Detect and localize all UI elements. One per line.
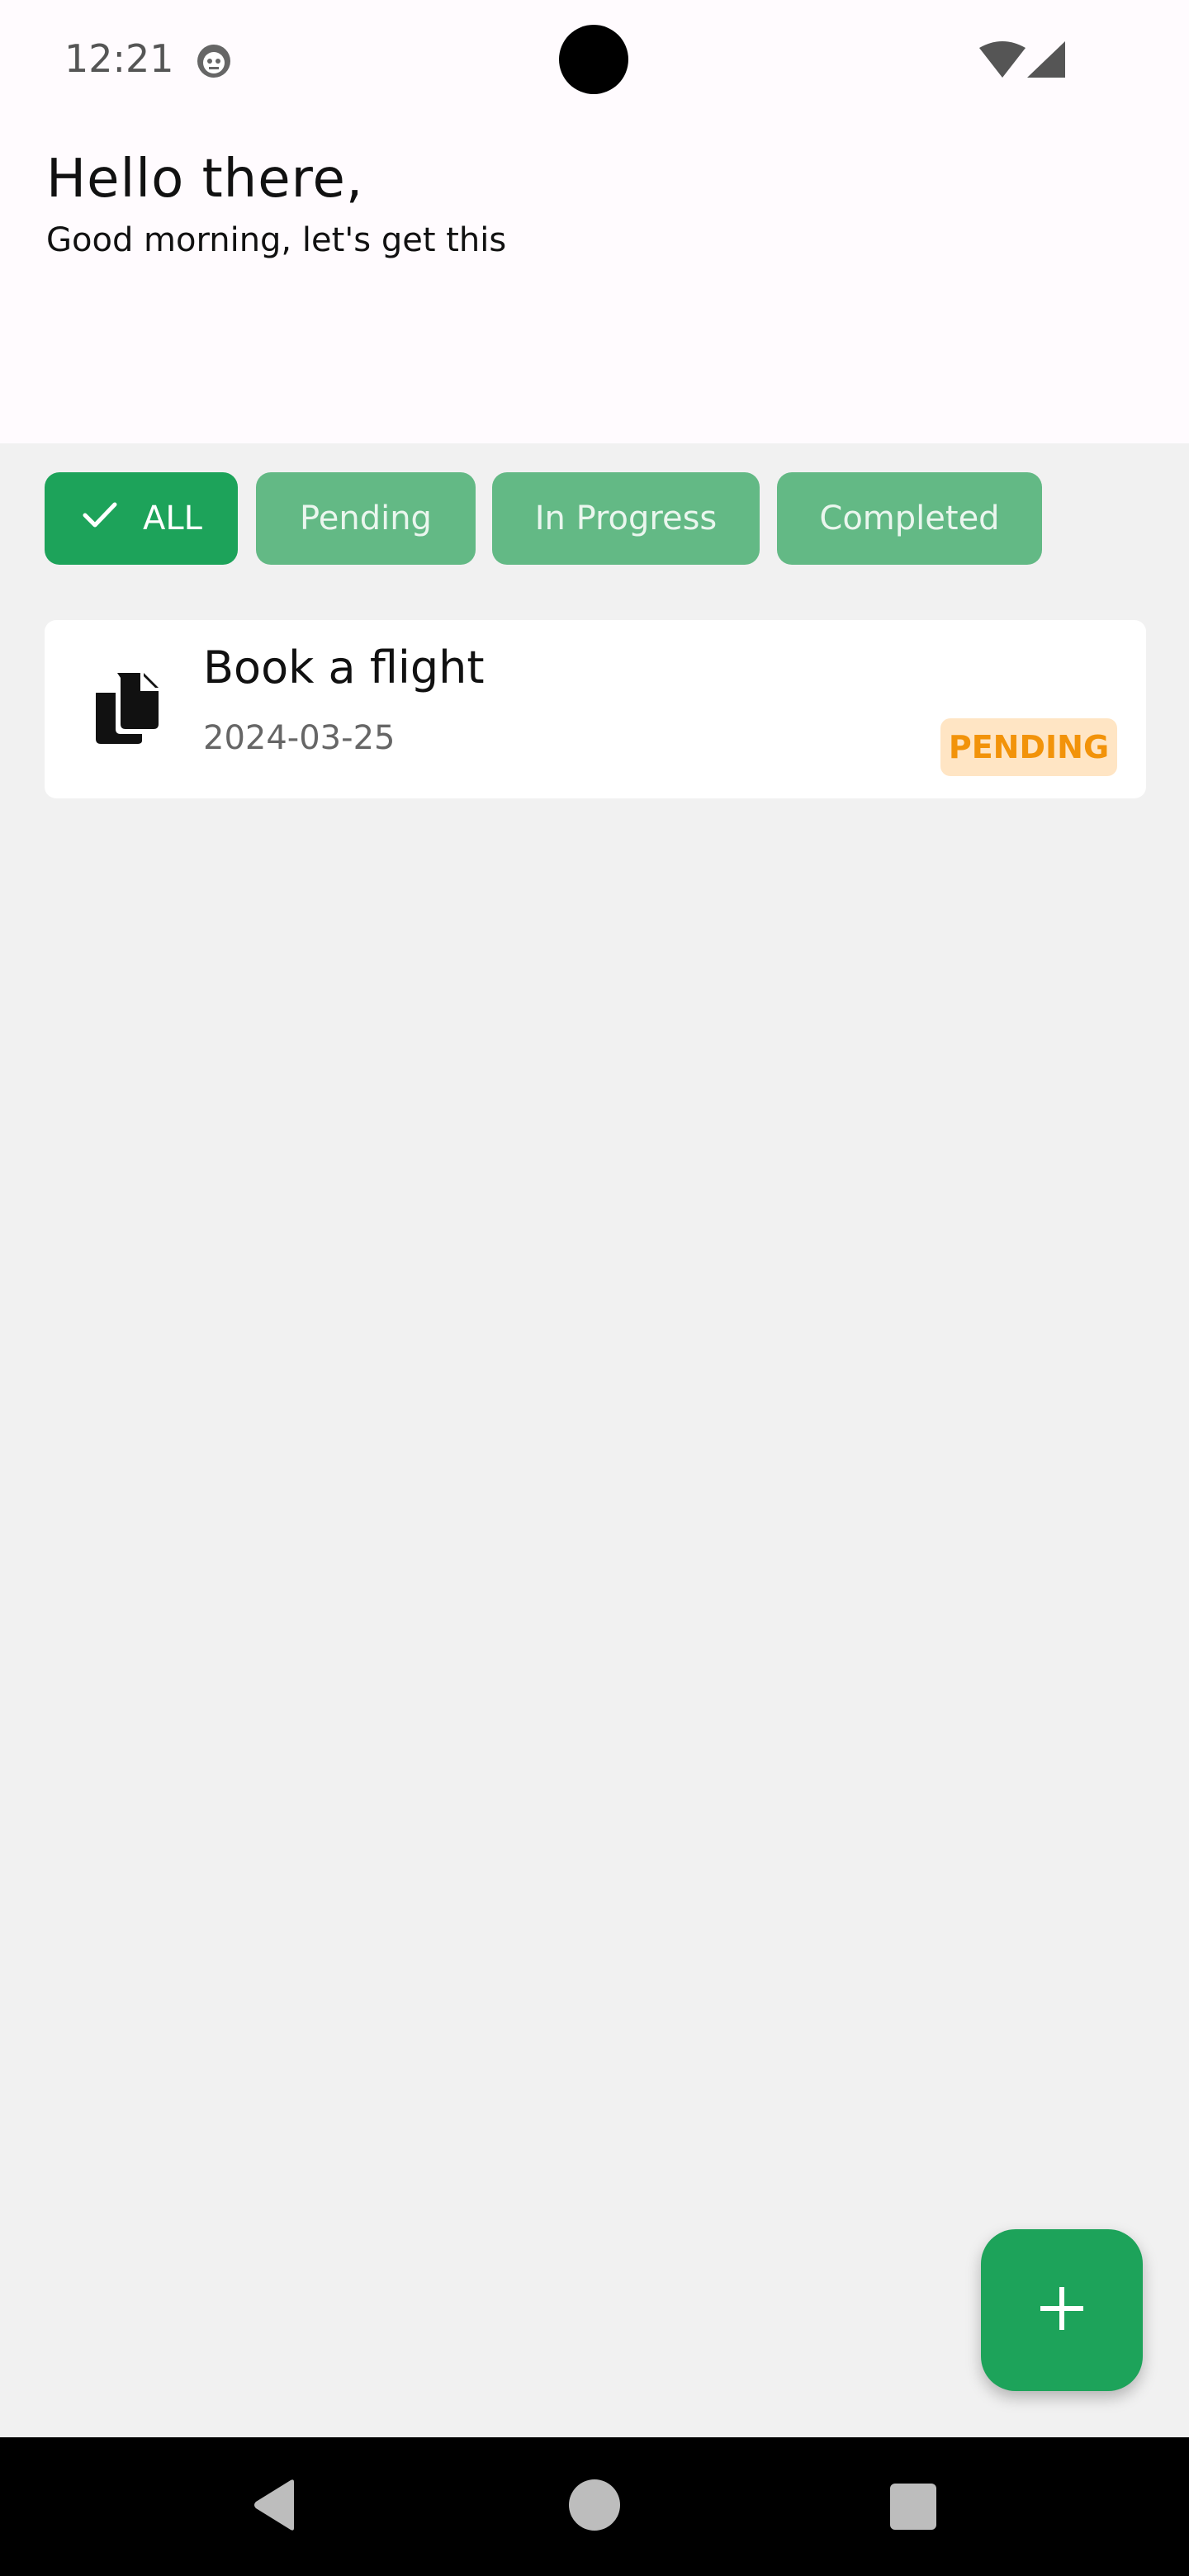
documents-icon: [92, 671, 162, 750]
recents-square-icon[interactable]: [890, 2484, 936, 2534]
filter-chip-pending[interactable]: Pending: [256, 472, 476, 565]
task-title: Book a flight: [203, 642, 485, 694]
status-time: 12:21: [64, 36, 174, 81]
filter-chip-in-progress[interactable]: In Progress: [492, 472, 760, 565]
home-circle-icon[interactable]: [568, 2479, 621, 2536]
filter-chip-all[interactable]: ALL: [45, 472, 238, 565]
plus-icon: [1037, 2284, 1087, 2337]
filter-chip-label: In Progress: [534, 500, 718, 537]
filter-chip-label: ALL: [143, 500, 202, 537]
camera-cutout: [559, 25, 628, 94]
system-nav-bar: [0, 2437, 1189, 2576]
task-date: 2024-03-25: [203, 719, 396, 757]
check-icon: [80, 495, 143, 542]
back-triangle-icon[interactable]: [251, 2479, 297, 2536]
task-card[interactable]: Book a flight 2024-03-25 PENDING: [45, 620, 1146, 798]
status-badge: PENDING: [940, 718, 1117, 776]
filter-chip-completed[interactable]: Completed: [777, 472, 1042, 565]
wifi-icon: [979, 41, 1026, 82]
add-task-button[interactable]: [981, 2229, 1143, 2391]
cat-face-icon: [195, 41, 233, 83]
greeting-subtitle: Good morning, let's get this: [46, 221, 507, 259]
filter-chip-label: Completed: [819, 500, 1000, 537]
cell-signal-icon: [1027, 41, 1065, 82]
greeting-title: Hello there,: [46, 149, 364, 210]
status-bar: 12:21: [0, 0, 1189, 116]
filter-chip-label: Pending: [300, 500, 432, 537]
